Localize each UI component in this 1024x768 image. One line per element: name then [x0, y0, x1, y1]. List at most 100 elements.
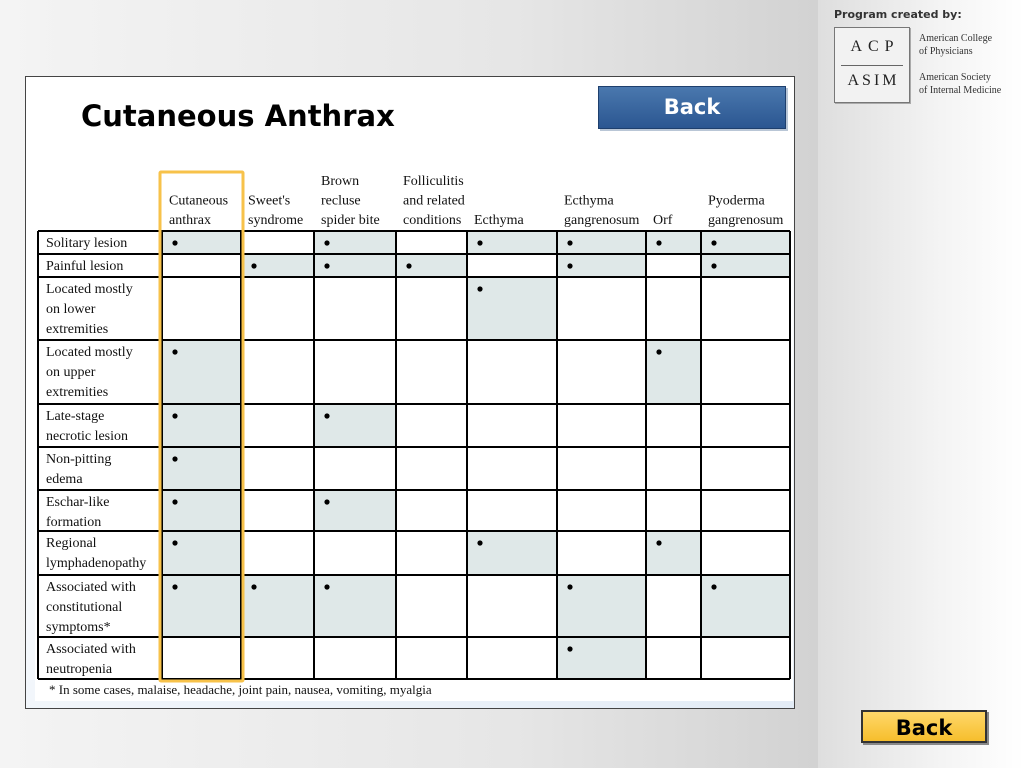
row-label: on lower	[46, 302, 96, 317]
comparison-table: Cutaneous anthrax Sweet's syndrome Brown recl…	[35, 163, 793, 701]
table-bullet-mark	[406, 263, 412, 269]
table-bullet-mark	[172, 540, 178, 546]
logo-acp-text: ACP	[850, 38, 900, 55]
org-acp-line2: of Physicians	[919, 46, 973, 57]
table-bullet-mark	[711, 584, 717, 590]
row-label: Associated with	[46, 642, 136, 657]
column-header: Sweet's	[248, 194, 290, 209]
table-cell-shaded	[557, 575, 646, 637]
acp-asim-logo: ACP ASIM	[834, 27, 910, 103]
table-cell-shaded	[314, 575, 396, 637]
row-label: Associated with	[46, 580, 136, 595]
table-bullet-mark	[711, 240, 717, 246]
table-bullet-mark	[711, 263, 717, 269]
table-cell-shaded	[314, 404, 396, 447]
table-cell-shaded	[557, 637, 646, 679]
row-label: Eschar-like	[46, 495, 109, 510]
row-label: edema	[46, 472, 83, 487]
table-cell-shaded	[646, 231, 701, 254]
table-bullet-mark	[324, 584, 330, 590]
row-label: Late-stage	[46, 409, 104, 424]
table-bullet-mark	[251, 263, 257, 269]
table-bullet-mark	[477, 240, 483, 246]
table-cell-shaded	[646, 531, 701, 575]
table-bullet-mark	[172, 413, 178, 419]
row-label: Non-pitting	[46, 452, 111, 467]
table-cell-shaded	[701, 575, 790, 637]
row-label: Solitary lesion	[46, 236, 127, 251]
org-asim-name: American Society of Internal Medicine	[919, 71, 1024, 97]
org-acp-line1: American College	[919, 33, 993, 44]
table-cell-shaded	[162, 531, 241, 575]
table-bullet-mark	[172, 499, 178, 505]
table-bullet-mark	[477, 286, 483, 292]
column-header: spider bite	[321, 213, 380, 228]
table-bullet-mark	[172, 240, 178, 246]
column-header: anthrax	[169, 213, 211, 228]
table-bullet-mark	[172, 349, 178, 355]
table-cell-shaded	[314, 490, 396, 531]
table-bullet-mark	[656, 240, 662, 246]
table-bullet-mark	[324, 263, 330, 269]
column-header: Pyoderma	[708, 194, 766, 209]
column-header: Brown	[321, 174, 359, 189]
table-footnote: * In some cases, malaise, headache, join…	[49, 682, 432, 697]
table-cell-shaded	[241, 575, 314, 637]
slide-title: Cutaneous Anthrax	[81, 99, 395, 133]
table-bullet-mark	[656, 349, 662, 355]
column-header: recluse	[321, 194, 361, 209]
row-label: Painful lesion	[46, 259, 123, 274]
right-panel	[818, 0, 1024, 768]
column-header: Cutaneous	[169, 194, 228, 209]
table-bullet-mark	[324, 413, 330, 419]
row-label: Regional	[46, 536, 97, 551]
row-label: Located mostly	[46, 282, 133, 297]
credit-heading: Program created by:	[834, 8, 962, 21]
table-cell-shaded	[467, 531, 557, 575]
row-label: neutropenia	[46, 662, 113, 677]
table-bullet-mark	[567, 584, 573, 590]
table-bullet-mark	[251, 584, 257, 590]
table-bullet-mark	[567, 646, 573, 652]
org-asim-line1: American Society	[919, 72, 991, 83]
slide-panel: Cutaneous Anthrax Back Cutaneous anthrax S…	[25, 76, 795, 709]
table-bullet-mark	[172, 456, 178, 462]
row-label: extremities	[46, 385, 108, 400]
column-header: Folliculitis	[403, 174, 464, 189]
column-header: and related	[403, 194, 465, 209]
column-header: gangrenosum	[564, 213, 640, 228]
row-label: extremities	[46, 322, 108, 337]
org-acp-name: American College of Physicians	[919, 32, 1024, 58]
table-cell-shaded	[162, 340, 241, 404]
table-bullet-mark	[477, 540, 483, 546]
row-label: necrotic lesion	[46, 429, 128, 444]
table-cell-shaded	[162, 490, 241, 531]
logo-asim-text: ASIM	[847, 72, 900, 89]
table-bullet-mark	[324, 240, 330, 246]
back-button-top[interactable]: Back	[598, 86, 786, 129]
column-header: syndrome	[248, 213, 303, 228]
row-label: constitutional	[46, 600, 122, 615]
row-label: Located mostly	[46, 345, 133, 360]
column-header: Ecthyma	[474, 213, 525, 228]
table-bullet-mark	[172, 584, 178, 590]
table-cell-shaded	[162, 447, 241, 490]
table-cell-shaded	[646, 340, 701, 404]
column-header: Ecthyma	[564, 194, 615, 209]
logo-divider	[841, 65, 903, 66]
back-button-bottom[interactable]: Back	[861, 710, 987, 743]
comparison-table-graphic: Cutaneous anthrax Sweet's syndrome Brown recl…	[37, 170, 791, 697]
table-bullet-mark	[567, 263, 573, 269]
org-asim-line2: of Internal Medicine	[919, 85, 1002, 96]
table-bullet-mark	[656, 540, 662, 546]
table-bullet-mark	[324, 499, 330, 505]
column-header: conditions	[403, 213, 461, 228]
table-cell-shaded	[162, 575, 241, 637]
table-bullet-mark	[567, 240, 573, 246]
row-label: symptoms*	[46, 620, 111, 635]
column-header: Orf	[653, 213, 673, 228]
column-header: gangrenosum	[708, 213, 784, 228]
row-label: lymphadenopathy	[46, 556, 146, 571]
row-label: on upper	[46, 365, 96, 380]
table-cell-shaded	[162, 404, 241, 447]
